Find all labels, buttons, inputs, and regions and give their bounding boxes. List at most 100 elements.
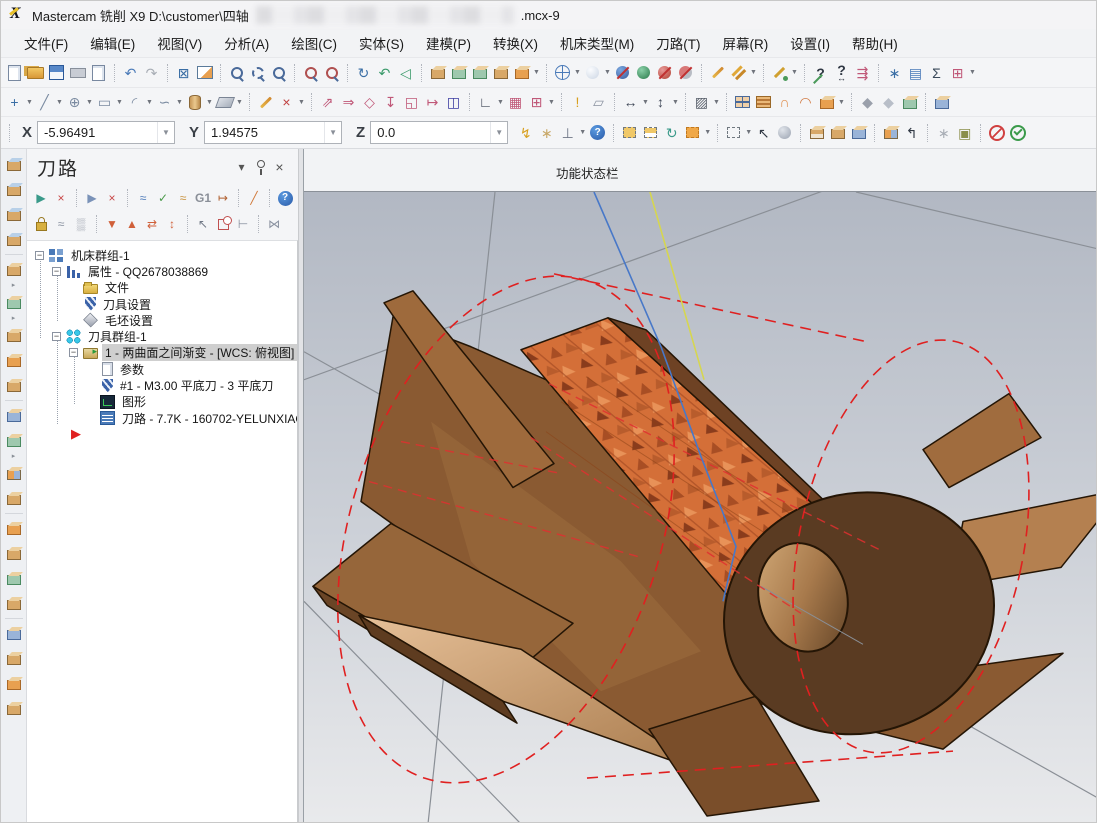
previous-view-icon[interactable]: ↶ xyxy=(374,62,395,84)
zoom-selected-icon[interactable] xyxy=(268,62,289,84)
zoom-window-icon[interactable] xyxy=(226,62,247,84)
select-cursor-icon[interactable]: ↖ xyxy=(753,122,774,144)
solid-select-edge-icon[interactable] xyxy=(806,122,827,144)
save-file-icon[interactable] xyxy=(46,62,67,84)
tree-expander-icon[interactable]: − xyxy=(35,251,44,260)
strip-flyout-views-icon[interactable]: ▸ xyxy=(12,282,16,290)
tp-feed-rate-icon[interactable]: ↦ xyxy=(213,188,233,208)
solid-boolean-dropdown-icon[interactable]: ▼ xyxy=(837,99,846,106)
strip-panel-solids-icon[interactable] xyxy=(2,177,26,202)
strip-panel-art-icon[interactable] xyxy=(2,202,26,227)
tree-row-machine-group[interactable]: −机床群组-1 xyxy=(27,247,297,263)
strip-plane-bottom-icon[interactable] xyxy=(2,671,26,696)
tp-move-down-icon[interactable]: ▼ xyxy=(102,214,122,234)
shaded-display-icon[interactable] xyxy=(582,62,603,84)
tp-help-icon[interactable] xyxy=(275,188,295,208)
strip-flyout-front-icon[interactable]: ▸ xyxy=(12,315,16,323)
statistics-sigma-icon[interactable]: Σ xyxy=(926,62,947,84)
create-cylinder-dropdown-icon[interactable]: ▼ xyxy=(205,99,214,106)
tp-regen-selected-icon[interactable]: ≈ xyxy=(133,188,153,208)
xform-project-icon[interactable]: ↧ xyxy=(380,91,401,113)
shaded-mesh-icon[interactable] xyxy=(633,62,654,84)
menu-item-create[interactable]: 绘图(C) xyxy=(280,29,348,57)
select-last-icon[interactable] xyxy=(682,122,703,144)
menu-item-help[interactable]: 帮助(H) xyxy=(841,29,909,57)
create-rectangle-dropdown-icon[interactable]: ▼ xyxy=(115,99,124,106)
print-preview-icon[interactable] xyxy=(88,62,109,84)
coord-y-input[interactable]: 1.94575 ▼ xyxy=(204,121,342,144)
tree-insert-position-arrow[interactable]: ▶ xyxy=(27,426,297,442)
view-top-icon[interactable] xyxy=(427,62,448,84)
gray-hidden-icon[interactable] xyxy=(675,62,696,84)
menu-item-solids[interactable]: 实体(S) xyxy=(348,29,415,57)
multiaxis-link-icon[interactable]: ◆ xyxy=(857,91,878,113)
tree-expander-icon[interactable]: − xyxy=(69,348,78,357)
multiaxis-curve-icon[interactable]: ◆ xyxy=(878,91,899,113)
tree-row-shield[interactable]: 刀具设置 xyxy=(27,296,297,312)
tp-regen-all-icon[interactable]: ≈ xyxy=(173,188,193,208)
tp-containment-icon[interactable] xyxy=(213,214,233,234)
tree-expander-icon[interactable]: − xyxy=(52,267,61,276)
analyze-dimension-icon[interactable] xyxy=(831,62,852,84)
gears-history-icon[interactable]: ∗ xyxy=(933,122,954,144)
coord-z-input[interactable]: 0.0 ▼ xyxy=(370,121,508,144)
strip-view-normal-icon[interactable] xyxy=(2,591,26,616)
grid-layout-icon[interactable]: ⊞ xyxy=(947,62,968,84)
tree-row-file[interactable]: 参数 xyxy=(27,361,297,377)
menu-item-screen[interactable]: 屏幕(R) xyxy=(712,29,780,57)
strip-plane-top-icon[interactable] xyxy=(2,461,26,486)
tp-ghost-icon[interactable]: ▒ xyxy=(71,214,91,234)
xform-copy-icon[interactable]: ⇒ xyxy=(338,91,359,113)
view-orient-menu-dropdown-icon[interactable]: ▼ xyxy=(532,69,541,76)
tp-backplot-icon[interactable]: ▶ xyxy=(82,188,102,208)
select-rect-dropdown-icon[interactable]: ▼ xyxy=(744,129,753,136)
strip-panel-toolpaths-icon[interactable] xyxy=(2,152,26,177)
undo-icon[interactable]: ↶ xyxy=(120,62,141,84)
tree-row-geometry[interactable]: 图形 xyxy=(27,394,297,410)
tp-post-g1-icon[interactable]: G1 xyxy=(193,188,213,208)
create-cylinder-icon[interactable] xyxy=(184,91,205,113)
coord-x-dropdown-icon[interactable]: ▼ xyxy=(157,122,174,143)
interrupt-stop-icon[interactable] xyxy=(986,122,1007,144)
print-icon[interactable] xyxy=(67,62,88,84)
tree-row-waves[interactable]: 刀路 - 7.7K - 160702-YELUNXIAO.I xyxy=(27,410,297,426)
dim-horizontal-icon[interactable]: ↔ xyxy=(620,91,641,113)
viewport-3d-canvas[interactable] xyxy=(304,191,1097,823)
menu-item-edit[interactable]: 编辑(E) xyxy=(79,29,146,57)
menu-item-file[interactable]: 文件(F) xyxy=(13,29,79,57)
menu-item-view[interactable]: 视图(V) xyxy=(146,29,213,57)
analyze-angle-dropdown-icon[interactable]: ▼ xyxy=(790,69,799,76)
wireframe-display-icon[interactable] xyxy=(552,62,573,84)
select-undo-icon[interactable]: ↰ xyxy=(901,122,922,144)
xform-stretch-icon[interactable]: ↦ xyxy=(422,91,443,113)
dim-vertical-dropdown-icon[interactable]: ▼ xyxy=(671,99,680,106)
strip-view-bottom-icon[interactable] xyxy=(2,348,26,373)
remove-hidden-icon[interactable] xyxy=(654,62,675,84)
note-callout-icon[interactable]: ▱ xyxy=(588,91,609,113)
analyze-distance-icon[interactable] xyxy=(810,62,831,84)
dim-vertical-icon[interactable]: ↕ xyxy=(650,91,671,113)
autocursor-power-icon[interactable]: ↯ xyxy=(515,122,536,144)
create-point-dropdown-icon[interactable]: ▼ xyxy=(25,99,34,106)
solid-select-face-icon[interactable] xyxy=(827,122,848,144)
view-front-icon[interactable] xyxy=(448,62,469,84)
menu-item-model[interactable]: 建模(P) xyxy=(415,29,482,57)
analyze-angle-icon[interactable] xyxy=(769,62,790,84)
create-arc-icon[interactable]: ⊕ xyxy=(64,91,85,113)
xform-dynamic-icon[interactable]: ◇ xyxy=(359,91,380,113)
machine-sim-icon[interactable] xyxy=(931,91,952,113)
create-arc-dropdown-icon[interactable]: ▼ xyxy=(85,99,94,106)
create-line-icon[interactable]: ╱ xyxy=(34,91,55,113)
tp-scroll-insert-icon[interactable]: ↕ xyxy=(162,214,182,234)
menu-item-xform[interactable]: 转换(X) xyxy=(482,29,549,57)
wcs-axes-icon[interactable]: ∟ xyxy=(475,91,496,113)
strip-view-right-icon[interactable] xyxy=(2,373,26,398)
job-notes-icon[interactable]: ▤ xyxy=(905,62,926,84)
strip-panel-multiaxis-icon[interactable] xyxy=(2,227,26,252)
select-sphere-icon[interactable] xyxy=(774,122,795,144)
panel-close-button[interactable]: × xyxy=(270,158,289,177)
tp-delete-icon[interactable]: × xyxy=(102,188,122,208)
zoom-out-50-icon[interactable] xyxy=(300,62,321,84)
analyze-dynamic-dropdown-icon[interactable]: ▼ xyxy=(749,69,758,76)
select-rotate-icon[interactable]: ↻ xyxy=(661,122,682,144)
